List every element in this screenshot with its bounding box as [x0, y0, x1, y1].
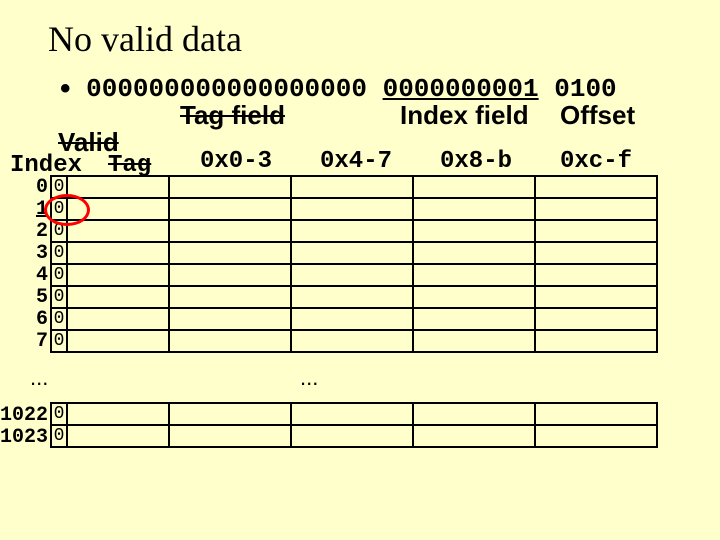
data-cell	[169, 198, 291, 220]
data-cell	[535, 242, 657, 264]
data-cell	[413, 286, 535, 308]
data-cell	[413, 403, 535, 425]
table-row: 0	[51, 198, 657, 220]
idx-7: 7	[6, 330, 48, 353]
col-0: 0x0-3	[200, 148, 272, 175]
idx-4: 4	[6, 264, 48, 287]
data-cell	[169, 220, 291, 242]
table-row: 0	[51, 403, 657, 425]
table-row: 0	[51, 286, 657, 308]
data-cell	[413, 176, 535, 198]
tag-cell	[67, 286, 169, 308]
address-bits: • 000000000000000000 0000000001 0100	[60, 72, 617, 106]
data-cell	[413, 198, 535, 220]
tag-cell	[67, 242, 169, 264]
table-row: 0	[51, 425, 657, 447]
idx-1022: 1022	[0, 404, 48, 427]
data-cell	[291, 198, 413, 220]
idx-2: 2	[6, 220, 48, 243]
table-row: 0	[51, 308, 657, 330]
idx-5: 5	[6, 286, 48, 309]
valid-bit: 0	[51, 264, 67, 286]
data-cell	[535, 286, 657, 308]
highlight-circle-icon	[44, 194, 90, 226]
valid-bit: 0	[51, 425, 67, 447]
cache-table-top: 0 0 0 0 0 0 0 0	[50, 175, 658, 353]
cache-table-bottom: 0 0	[50, 402, 658, 448]
idx-1: 1	[6, 198, 48, 221]
tag-cell	[67, 425, 169, 447]
data-cell	[291, 330, 413, 352]
data-cell	[291, 286, 413, 308]
data-cell	[535, 198, 657, 220]
col-1: 0x4-7	[320, 148, 392, 175]
index-field-label: Index field	[400, 100, 529, 131]
data-cell	[413, 308, 535, 330]
col-2: 0x8-b	[440, 148, 512, 175]
data-cell	[413, 220, 535, 242]
valid-bit: 0	[51, 242, 67, 264]
tag-cell	[67, 176, 169, 198]
tag-field-label: Tag field	[180, 100, 285, 131]
data-cell	[291, 308, 413, 330]
data-cell	[291, 242, 413, 264]
data-cell	[291, 425, 413, 447]
tag-cell	[67, 264, 169, 286]
data-cell	[169, 330, 291, 352]
data-cell	[535, 308, 657, 330]
valid-bit: 0	[51, 308, 67, 330]
tag-cell	[67, 308, 169, 330]
page-title: No valid data	[48, 18, 242, 60]
data-cell	[413, 425, 535, 447]
data-cell	[169, 286, 291, 308]
tag-cell	[67, 330, 169, 352]
data-cell	[535, 330, 657, 352]
valid-bit: 0	[51, 330, 67, 352]
table-row: 0	[51, 242, 657, 264]
data-cell	[169, 176, 291, 198]
data-cell	[535, 264, 657, 286]
data-cell	[291, 264, 413, 286]
ellipsis-left: ...	[30, 365, 48, 391]
data-cell	[535, 425, 657, 447]
tag-cell	[67, 403, 169, 425]
data-cell	[535, 176, 657, 198]
offset-label: Offset	[560, 100, 635, 131]
idx-1023: 1023	[0, 426, 48, 449]
table-row: 0	[51, 330, 657, 352]
table-row: 0	[51, 176, 657, 198]
data-cell	[169, 403, 291, 425]
data-cell	[291, 403, 413, 425]
data-cell	[291, 176, 413, 198]
data-cell	[535, 403, 657, 425]
data-cell	[413, 242, 535, 264]
data-cell	[169, 242, 291, 264]
table-row: 0	[51, 220, 657, 242]
idx-0: 0	[6, 176, 48, 199]
data-cell	[169, 308, 291, 330]
col-3: 0xc-f	[560, 148, 632, 175]
ellipsis-mid: ...	[300, 365, 318, 391]
data-cell	[535, 220, 657, 242]
data-cell	[291, 220, 413, 242]
data-cell	[413, 264, 535, 286]
data-cell	[169, 425, 291, 447]
valid-bit: 0	[51, 286, 67, 308]
valid-bit: 0	[51, 403, 67, 425]
table-row: 0	[51, 264, 657, 286]
idx-6: 6	[6, 308, 48, 331]
data-cell	[169, 264, 291, 286]
tag-cell	[67, 220, 169, 242]
data-cell	[413, 330, 535, 352]
idx-3: 3	[6, 242, 48, 265]
